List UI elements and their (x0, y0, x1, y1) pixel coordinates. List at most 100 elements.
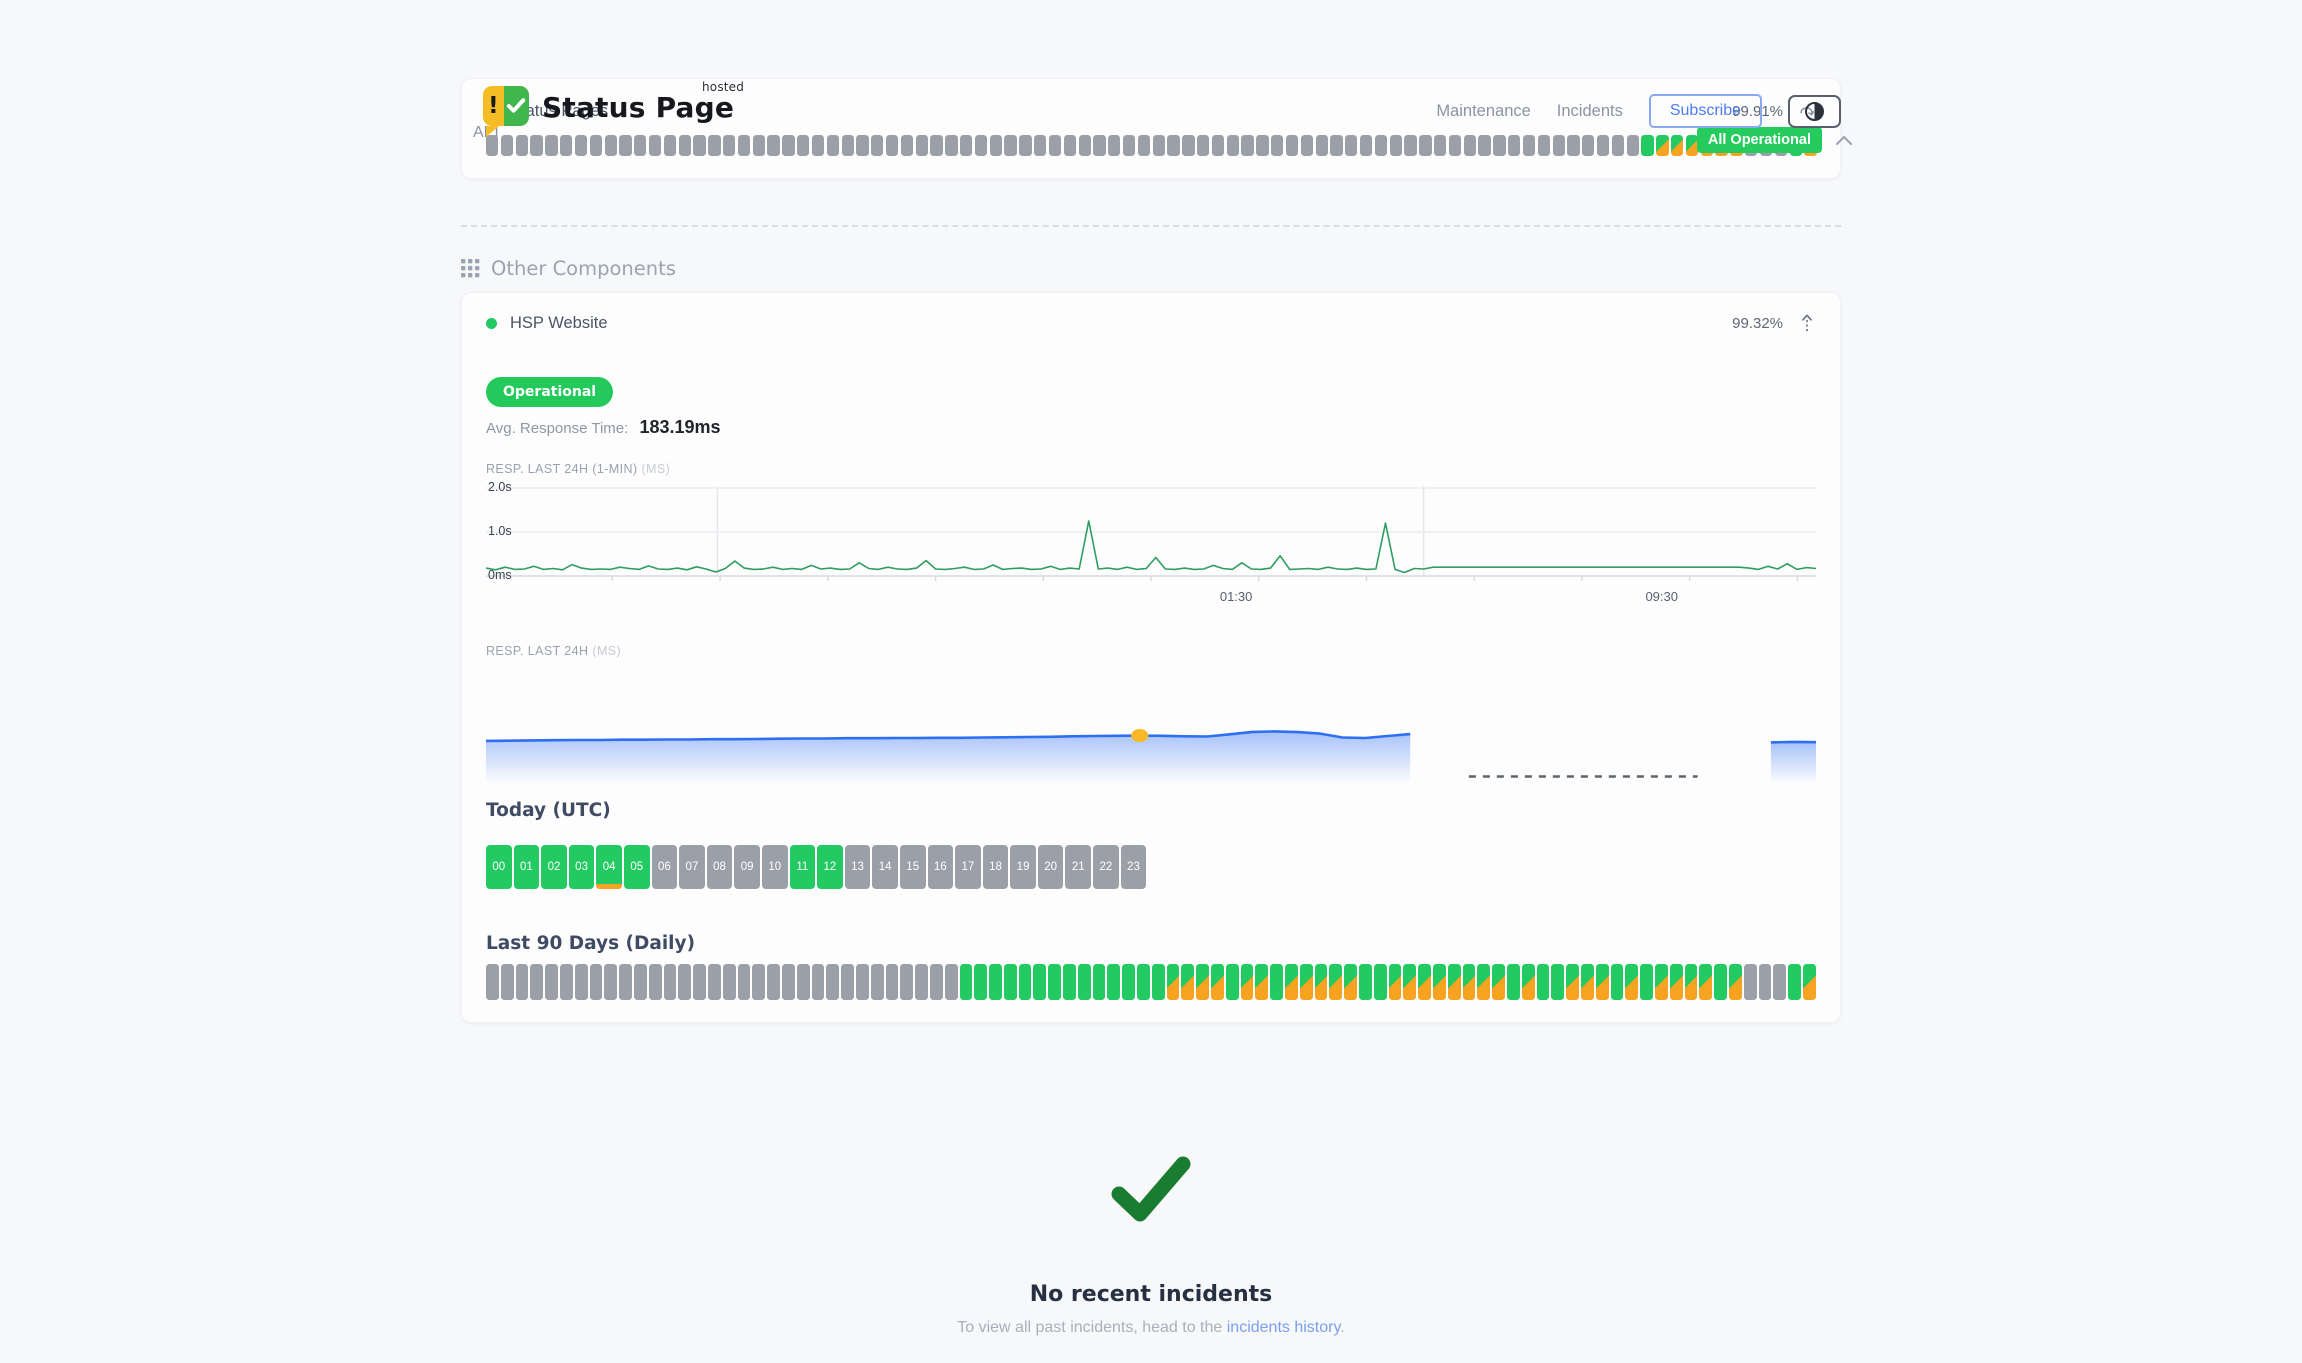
hour-block[interactable]: 08 (707, 845, 733, 889)
resp-1min-chart[interactable]: 2.0s1.0s0ms01:3009:30 (486, 486, 1816, 610)
uptime-bar[interactable] (590, 135, 602, 156)
uptime-bar[interactable] (1507, 964, 1520, 1000)
nav-incidents[interactable]: Incidents (1557, 102, 1623, 121)
uptime-bar[interactable] (1434, 135, 1446, 156)
hour-block[interactable]: 00 (486, 845, 512, 889)
uptime-bar[interactable] (1803, 964, 1816, 1000)
hour-block[interactable]: 02 (541, 845, 567, 889)
uptime-bar[interactable] (516, 964, 529, 1000)
uptime-bar[interactable] (1093, 135, 1105, 156)
uptime-bar[interactable] (960, 964, 973, 1000)
hour-block[interactable]: 06 (652, 845, 678, 889)
all-operational-badge[interactable]: All Operational (1697, 127, 1822, 153)
uptime-bar[interactable] (1419, 135, 1431, 156)
uptime-bar[interactable] (634, 135, 646, 156)
uptime-bar[interactable] (1759, 964, 1772, 1000)
chevron-up-icon[interactable] (1835, 134, 1853, 146)
uptime-bar[interactable] (1241, 964, 1254, 1000)
uptime-bar[interactable] (856, 135, 868, 156)
uptime-bar[interactable] (930, 964, 943, 1000)
uptime-bar[interactable] (1403, 964, 1416, 1000)
uptime-bar[interactable] (1344, 964, 1357, 1000)
resp-24h-chart[interactable] (486, 672, 1816, 784)
uptime-bar[interactable] (649, 964, 662, 1000)
uptime-bar[interactable] (516, 135, 528, 156)
uptime-bar[interactable] (1641, 135, 1653, 156)
uptime-bar[interactable] (960, 135, 972, 156)
uptime-bar[interactable] (1581, 964, 1594, 1000)
uptime-bar[interactable] (1079, 135, 1091, 156)
uptime-bar[interactable] (1522, 964, 1535, 1000)
uptime-bar[interactable] (605, 135, 617, 156)
uptime-bar[interactable] (1226, 964, 1239, 1000)
uptime-bar[interactable] (1566, 964, 1579, 1000)
uptime-bar[interactable] (871, 964, 884, 1000)
uptime-bar[interactable] (1048, 964, 1061, 1000)
uptime-bar[interactable] (1227, 135, 1239, 156)
uptime-bar[interactable] (1478, 135, 1490, 156)
uptime-bar[interactable] (1212, 135, 1224, 156)
uptime-bar[interactable] (1685, 964, 1698, 1000)
hour-block[interactable]: 15 (900, 845, 926, 889)
hour-block[interactable]: 01 (514, 845, 540, 889)
uptime-bar[interactable] (738, 135, 750, 156)
uptime-bar[interactable] (1271, 135, 1283, 156)
uptime-bar[interactable] (1627, 135, 1639, 156)
uptime-bar[interactable] (1699, 964, 1712, 1000)
uptime-bar[interactable] (782, 964, 795, 1000)
uptime-bar[interactable] (1538, 135, 1550, 156)
uptime-bar[interactable] (930, 135, 942, 156)
hour-block[interactable]: 22 (1093, 845, 1119, 889)
uptime-bar[interactable] (886, 135, 898, 156)
uptime-bar[interactable] (1345, 135, 1357, 156)
hour-block[interactable]: 19 (1010, 845, 1036, 889)
uptime-bar[interactable] (1463, 964, 1476, 1000)
uptime-bar[interactable] (1744, 964, 1757, 1000)
uptime-bar[interactable] (678, 964, 691, 1000)
uptime-bar[interactable] (1523, 135, 1535, 156)
uptime-bar[interactable] (1270, 964, 1283, 1000)
uptime-bar[interactable] (575, 964, 588, 1000)
uptime-bar[interactable] (945, 135, 957, 156)
uptime-bar[interactable] (1122, 964, 1135, 1000)
uptime-bar[interactable] (1033, 964, 1046, 1000)
uptime-bar[interactable] (900, 964, 913, 1000)
uptime-bar[interactable] (1508, 135, 1520, 156)
uptime-bar[interactable] (1329, 964, 1342, 1000)
uptime-bar[interactable] (842, 135, 854, 156)
uptime-bar[interactable] (1152, 964, 1165, 1000)
subscribe-button[interactable]: Subscribe (1649, 94, 1762, 128)
uptime-bar[interactable] (723, 964, 736, 1000)
hour-block[interactable]: 17 (955, 845, 981, 889)
uptime-bar[interactable] (1064, 135, 1076, 156)
uptime-bar[interactable] (619, 964, 632, 1000)
hour-block[interactable]: 10 (762, 845, 788, 889)
uptime-bar[interactable] (693, 135, 705, 156)
uptime-bar[interactable] (1567, 135, 1579, 156)
uptime-bar[interactable] (1612, 135, 1624, 156)
uptime-bar[interactable] (1197, 135, 1209, 156)
hour-block[interactable]: 14 (872, 845, 898, 889)
hour-block[interactable]: 18 (983, 845, 1009, 889)
uptime-bar[interactable] (1241, 135, 1253, 156)
hour-block[interactable]: 13 (845, 845, 871, 889)
nav-maintenance[interactable]: Maintenance (1436, 102, 1530, 121)
uptime-bar[interactable] (1582, 135, 1594, 156)
uptime-bar[interactable] (974, 964, 987, 1000)
uptime-bar[interactable] (1107, 964, 1120, 1000)
uptime-bar[interactable] (1477, 964, 1490, 1000)
uptime-bar[interactable] (886, 964, 899, 1000)
uptime-bar[interactable] (1004, 135, 1016, 156)
hour-block[interactable]: 03 (569, 845, 595, 889)
uptime-bar[interactable] (1300, 964, 1313, 1000)
uptime-bar[interactable] (1315, 964, 1328, 1000)
uptime-bar[interactable] (1611, 964, 1624, 1000)
logo[interactable]: ! Status Page hosted (483, 86, 734, 130)
uptime-bar[interactable] (530, 135, 542, 156)
uptime-bar[interactable] (989, 964, 1002, 1000)
uptime-bar[interactable] (604, 964, 617, 1000)
uptime-bar[interactable] (797, 964, 810, 1000)
uptime-bar[interactable] (1285, 964, 1298, 1000)
uptime-bar[interactable] (649, 135, 661, 156)
uptime-bar[interactable] (1123, 135, 1135, 156)
